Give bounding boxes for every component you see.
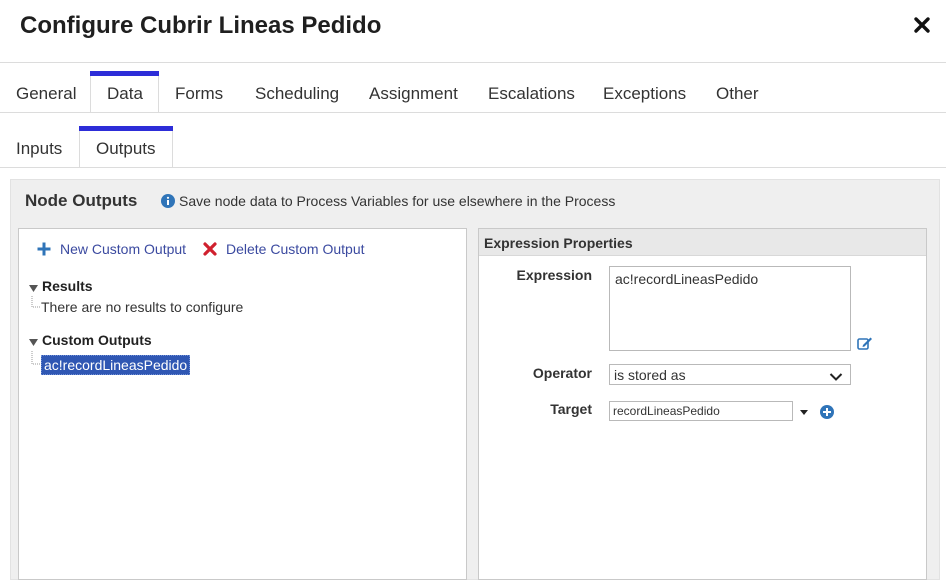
tab-escalations[interactable]: Escalations: [488, 84, 575, 104]
target-label: Target: [550, 401, 592, 417]
tab-forms[interactable]: Forms: [175, 84, 223, 104]
info-text: Save node data to Process Variables for …: [179, 193, 616, 209]
results-empty-text: There are no results to configure: [41, 299, 244, 315]
custom-output-item[interactable]: ac!recordLineasPedido: [41, 355, 191, 375]
tab-data[interactable]: Data: [107, 84, 143, 104]
chevron-down-icon[interactable]: [829, 369, 843, 381]
operator-select-value: is stored as: [614, 367, 686, 383]
new-custom-output-button[interactable]: New Custom Output: [60, 240, 186, 258]
delete-custom-output-button[interactable]: Delete Custom Output: [226, 240, 365, 258]
tab-scheduling[interactable]: Scheduling: [255, 84, 339, 104]
expression-label: Expression: [516, 267, 592, 283]
main-tabs-divider: [0, 112, 946, 113]
tree-connector: [31, 351, 41, 367]
expression-field[interactable]: ac!recordLineasPedido: [609, 266, 851, 351]
tree-connector: [31, 296, 41, 310]
operator-label: Operator: [532, 365, 592, 381]
collapse-arrow-icon[interactable]: [29, 335, 39, 346]
collapse-arrow-icon[interactable]: [29, 281, 39, 292]
sub-tabs-divider: [0, 167, 946, 168]
target-input-value: recordLineasPedido: [613, 404, 720, 418]
subtab-inputs[interactable]: Inputs: [16, 139, 62, 159]
dropdown-arrow-icon[interactable]: [799, 404, 809, 415]
tab-exceptions[interactable]: Exceptions: [603, 84, 686, 104]
delete-icon[interactable]: [203, 242, 217, 256]
results-node[interactable]: Results: [42, 277, 93, 295]
header-divider: [0, 62, 946, 63]
info-icon: [161, 194, 175, 208]
expression-properties-title: Expression Properties: [484, 235, 633, 251]
dialog-title: Configure Cubrir Lineas Pedido: [20, 12, 382, 39]
plus-icon[interactable]: [37, 242, 51, 256]
tab-other[interactable]: Other: [716, 84, 759, 104]
panel-title: Node Outputs: [25, 191, 138, 210]
add-target-icon[interactable]: [820, 405, 834, 419]
close-icon[interactable]: [910, 13, 934, 37]
custom-outputs-node[interactable]: Custom Outputs: [42, 331, 152, 349]
edit-expression-icon[interactable]: [857, 336, 873, 351]
tab-assignment[interactable]: Assignment: [369, 84, 458, 104]
tab-general[interactable]: General: [16, 84, 76, 104]
subtab-outputs[interactable]: Outputs: [96, 139, 156, 159]
